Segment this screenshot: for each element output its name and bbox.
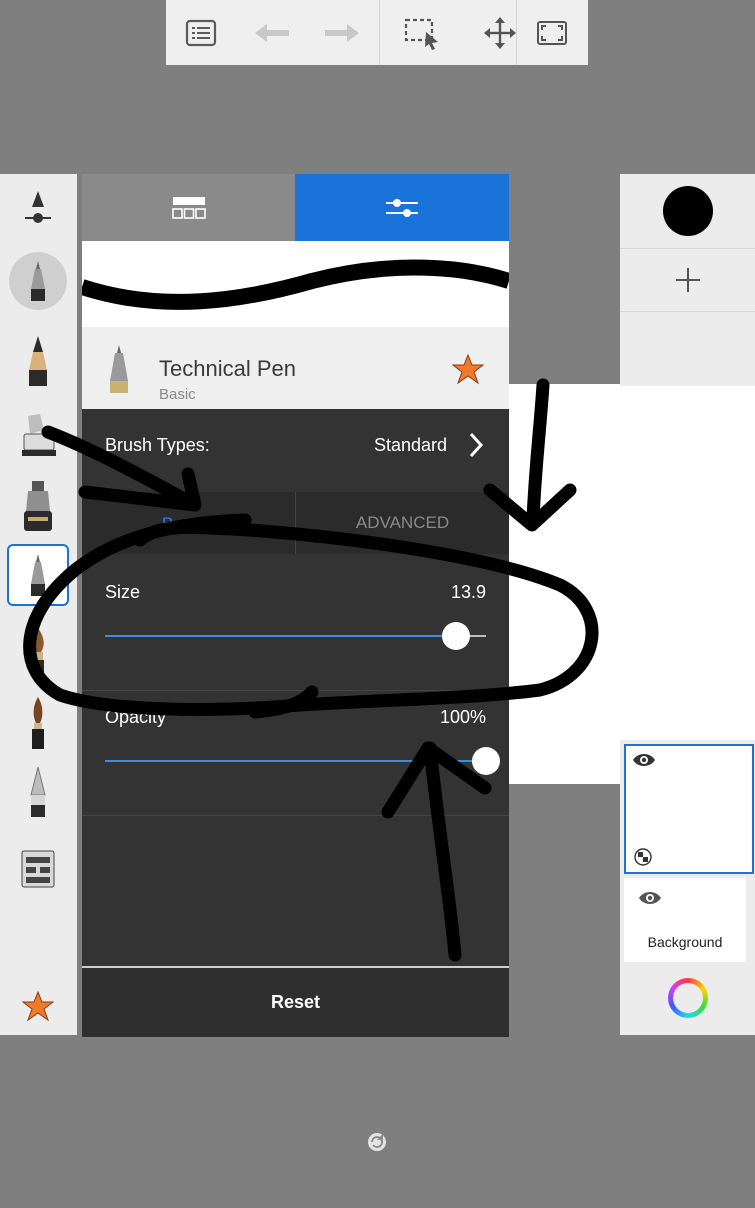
- technical-pen-icon: [104, 343, 134, 400]
- opacity-slider-thumb[interactable]: [472, 747, 500, 775]
- brush-palette: [0, 174, 77, 1035]
- size-value: 13.9: [450, 582, 486, 602]
- segment-basic[interactable]: B: [82, 492, 296, 554]
- brush-library-icon: [171, 196, 206, 219]
- stamp-brush-icon[interactable]: [6, 838, 70, 900]
- brush-technical-pen-highlight[interactable]: [6, 544, 70, 606]
- tab-brush-library[interactable]: [82, 174, 295, 241]
- brush-type-value: Standard: [373, 435, 447, 455]
- favorites-star-icon[interactable]: [6, 976, 70, 1036]
- size-slider[interactable]: [105, 618, 486, 654]
- reset-button[interactable]: Reset: [82, 966, 509, 1037]
- size-label: Size: [105, 582, 141, 602]
- brush-category: Basic: [159, 386, 196, 403]
- add-layer-button[interactable]: [620, 249, 755, 312]
- color-wheel-icon: [667, 978, 708, 1018]
- blender-icon[interactable]: [6, 762, 70, 824]
- color-swatch-button[interactable]: [620, 174, 755, 249]
- reset-label: Reset: [270, 992, 321, 1012]
- toolbar-divider: [516, 0, 517, 65]
- selection-icon[interactable]: [400, 0, 444, 65]
- opacity-slider-fill: [105, 760, 486, 762]
- tab-brush-settings[interactable]: [295, 174, 509, 241]
- brush-types-label: Brush Types:: [105, 435, 210, 455]
- undo-icon[interactable]: [250, 0, 294, 65]
- layer-panel: Background: [620, 174, 755, 1035]
- divider: [82, 690, 509, 691]
- size-slider-fill: [105, 635, 456, 637]
- segment-basic-label: B: [162, 514, 174, 533]
- brush-types-row[interactable]: Brush Types: Standard: [82, 409, 509, 479]
- color-wheel-button[interactable]: [620, 970, 755, 1026]
- fullscreen-icon[interactable]: [530, 0, 574, 65]
- chevron-right-icon: [468, 432, 484, 463]
- brush-technical-pen-selected[interactable]: [6, 250, 70, 312]
- layer-item-1[interactable]: [624, 744, 754, 874]
- toolbar-divider: [379, 0, 380, 65]
- brush-name: Technical Pen: [159, 356, 296, 381]
- plus-icon: [675, 268, 700, 292]
- opacity-label: Opacity: [105, 707, 167, 727]
- visibility-eye-icon[interactable]: [632, 752, 656, 773]
- brush-settings-icon: [386, 198, 418, 217]
- airbrush-icon[interactable]: [6, 476, 70, 538]
- top-toolbar: [166, 0, 588, 65]
- opacity-slider[interactable]: [105, 743, 500, 779]
- blend-mode-icon[interactable]: [634, 848, 652, 871]
- favorite-star-icon[interactable]: [451, 353, 485, 390]
- size-slider-thumb[interactable]: [442, 622, 470, 650]
- redo-icon[interactable]: [320, 0, 364, 65]
- current-color-swatch: [662, 186, 713, 236]
- brush-properties-panel: Technical Pen Basic Brush Types: Standar…: [82, 174, 509, 1037]
- brush-icon[interactable]: [6, 622, 70, 684]
- technical-pen-icon: [9, 252, 67, 310]
- list-icon[interactable]: [180, 0, 222, 65]
- visibility-eye-icon[interactable]: [638, 890, 662, 911]
- segment-advanced-label: ADVANCED: [355, 513, 450, 532]
- sync-icon[interactable]: [366, 1131, 388, 1158]
- layer-name: Background: [647, 934, 723, 950]
- layer-item-background[interactable]: Background: [624, 878, 746, 962]
- segment-advanced[interactable]: ADVANCED: [296, 492, 509, 554]
- brush-settings-toggle-icon[interactable]: [6, 176, 70, 238]
- pencil-icon[interactable]: [6, 330, 70, 392]
- opacity-value: 100%: [439, 707, 486, 727]
- technical-pen-icon: [7, 544, 69, 606]
- stroke-preview: [82, 241, 509, 327]
- canvas-edge: [620, 386, 755, 740]
- marker-icon[interactable]: [6, 404, 70, 466]
- divider: [82, 815, 509, 816]
- settings-segment-control: B ADVANCED: [82, 492, 509, 554]
- paint-brush-icon[interactable]: [6, 692, 70, 754]
